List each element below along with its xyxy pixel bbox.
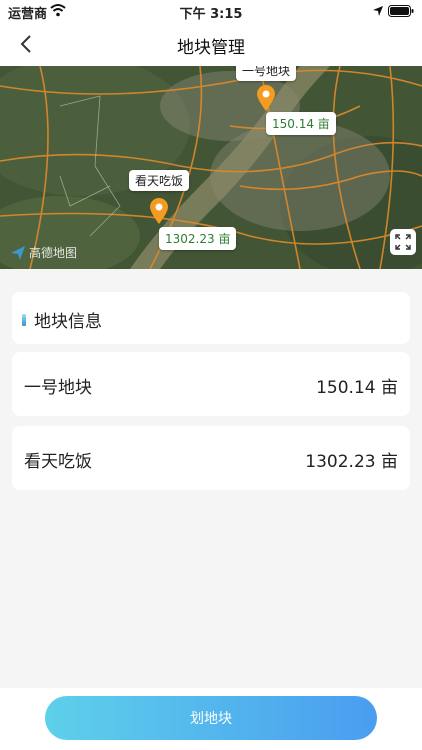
plot-area: 150.14 亩 (316, 378, 398, 398)
map-pin-icon[interactable] (256, 84, 276, 112)
page-title: 地块管理 (177, 38, 245, 58)
bottom-action-bar: 划地块 (0, 688, 422, 750)
plot-info-header: 地块信息 (12, 292, 410, 344)
plot-list-item[interactable]: 看天吃饭 1302.23 亩 (12, 426, 410, 490)
section-accent-bar (22, 314, 26, 326)
status-bar: 运营商 下午 3:15 (0, 0, 422, 22)
amap-logo-icon (11, 245, 25, 260)
plot-name: 一号地块 (24, 378, 92, 398)
nav-bar: 地块管理 (0, 22, 422, 66)
status-time: 下午 3:15 (179, 7, 243, 22)
plot-name: 看天吃饭 (24, 452, 92, 472)
marker-area-label: 150.14 亩 (266, 112, 336, 135)
location-arrow-icon (372, 5, 384, 21)
satellite-map[interactable]: 一号地块 150.14 亩 看天吃饭 1302.23 亩 高德地图 (0, 66, 422, 269)
plot-list-item[interactable]: 一号地块 150.14 亩 (12, 352, 410, 416)
expand-icon (395, 234, 411, 250)
plot-area: 1302.23 亩 (305, 452, 398, 472)
fullscreen-button[interactable] (390, 229, 416, 255)
battery-icon (388, 5, 414, 21)
map-provider-name: 高德地图 (29, 246, 78, 260)
section-title: 地块信息 (34, 312, 102, 332)
map-provider-logo: 高德地图 (10, 244, 77, 261)
draw-plot-button[interactable]: 划地块 (45, 696, 377, 740)
marker-area-label: 1302.23 亩 (159, 227, 237, 250)
marker-label[interactable]: 看天吃饭 (129, 170, 190, 191)
marker-label[interactable]: 一号地块 (236, 66, 297, 81)
map-pin-icon[interactable] (149, 197, 169, 225)
